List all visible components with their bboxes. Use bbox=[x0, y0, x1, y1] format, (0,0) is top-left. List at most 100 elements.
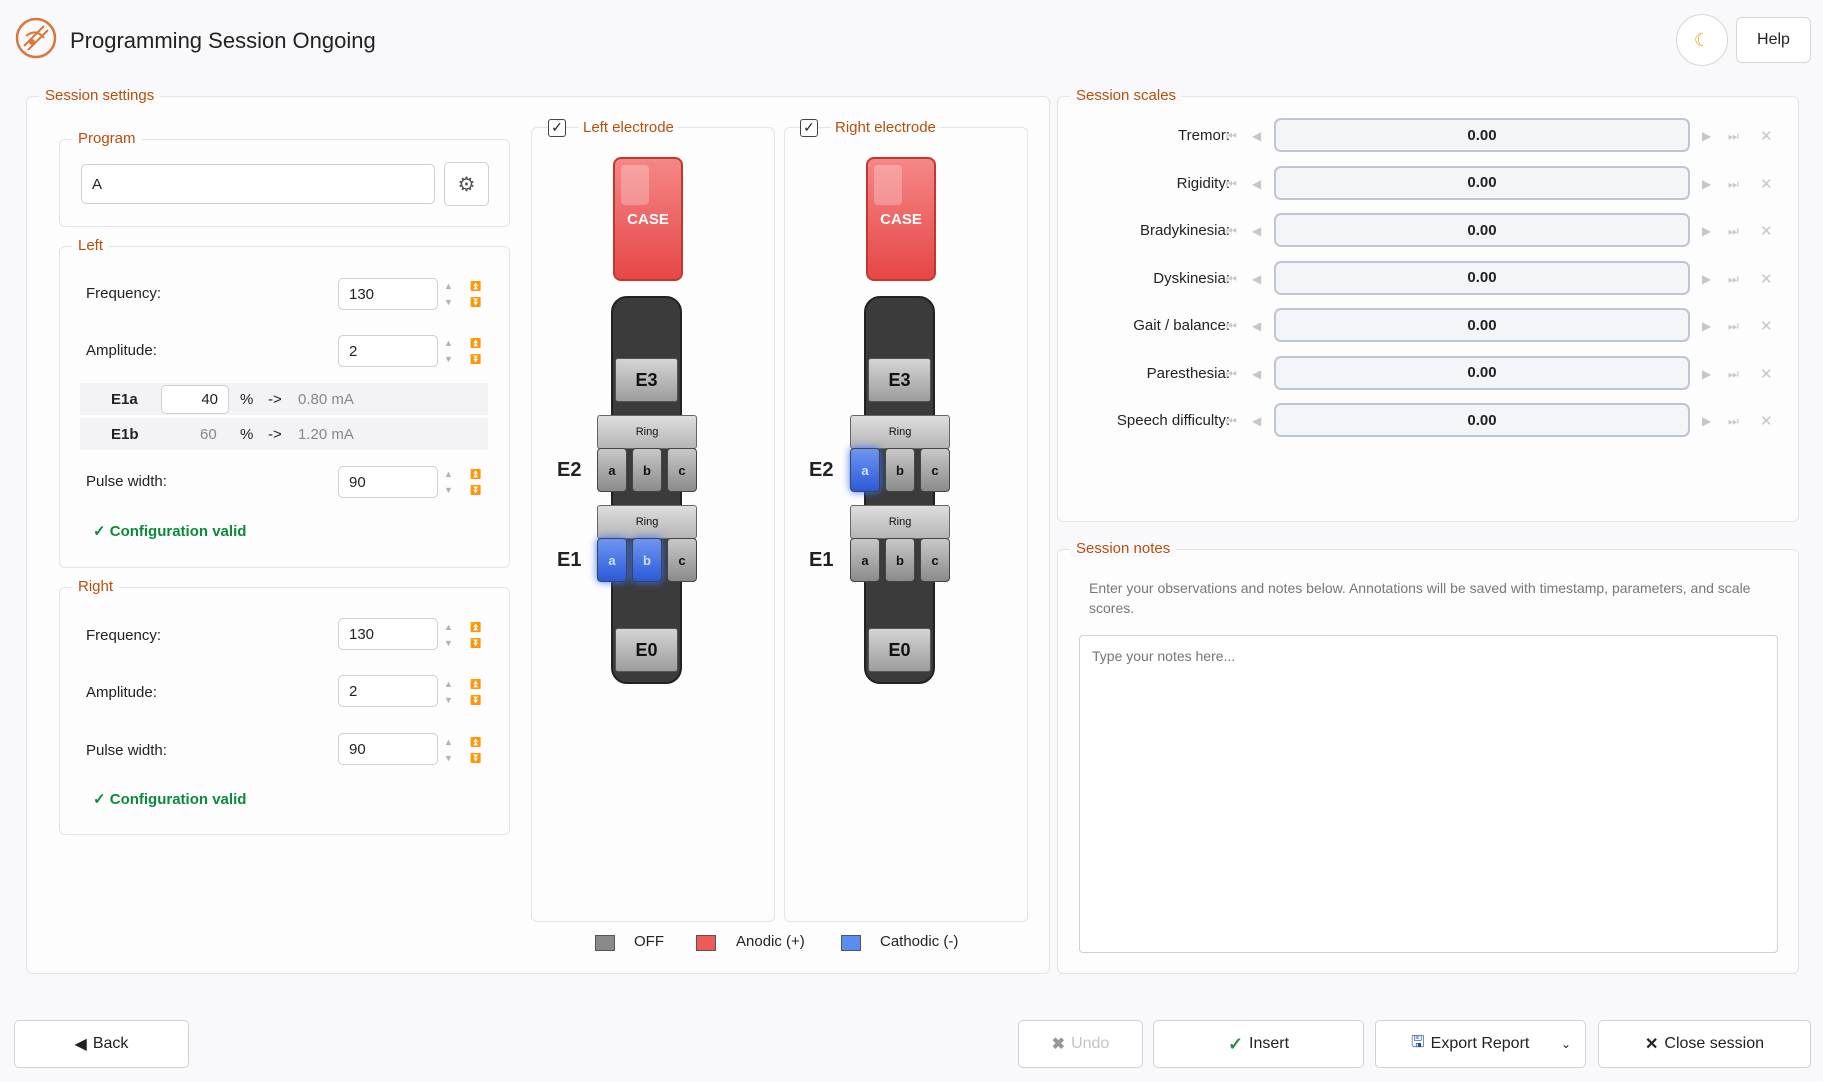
prev-icon[interactable]: ◀ bbox=[1252, 367, 1261, 381]
prev-icon[interactable]: ◀ bbox=[1252, 177, 1261, 191]
insert-button[interactable]: ✓ Insert bbox=[1153, 1020, 1364, 1068]
left-e2b-contact[interactable]: b bbox=[632, 448, 662, 492]
right-e2a-contact[interactable]: a bbox=[850, 448, 880, 492]
right-e2c-contact[interactable]: c bbox=[920, 448, 950, 492]
right-e2-ring[interactable]: Ring bbox=[850, 415, 950, 449]
scale-row: Paresthesia: ⏮ ◀ 0.00 ▶ ⏭ ✕ bbox=[1060, 355, 1790, 392]
scale-value-bar[interactable]: 0.00 bbox=[1274, 118, 1690, 152]
left-amplitude-input[interactable]: 2 bbox=[338, 335, 438, 367]
left-e1a-contact[interactable]: a bbox=[597, 538, 627, 582]
right-e0-contact[interactable]: E0 bbox=[868, 628, 931, 672]
right-frequency-input[interactable]: 130 bbox=[338, 618, 438, 650]
first-icon[interactable]: ⏮ bbox=[1226, 129, 1237, 144]
clear-x-icon[interactable]: ✕ bbox=[1760, 222, 1773, 240]
clear-x-icon[interactable]: ✕ bbox=[1760, 270, 1773, 288]
scale-label: Rigidity: bbox=[1176, 174, 1230, 192]
left-pulse-input[interactable]: 90 bbox=[338, 466, 438, 498]
right-pulse-stepper[interactable]: ▲ ▼ ⏫ ⏬ bbox=[444, 736, 484, 770]
notes-textarea[interactable] bbox=[1079, 635, 1778, 953]
first-icon[interactable]: ⏮ bbox=[1226, 367, 1237, 382]
export-report-button[interactable]: 🖫 Export Report ⌄ bbox=[1375, 1020, 1586, 1068]
right-e1a-contact[interactable]: a bbox=[850, 538, 880, 582]
left-e1c-contact[interactable]: c bbox=[667, 538, 697, 582]
right-amplitude-input[interactable]: 2 bbox=[338, 675, 438, 707]
clear-x-icon[interactable]: ✕ bbox=[1760, 127, 1773, 145]
left-e0-contact[interactable]: E0 bbox=[615, 628, 678, 672]
scale-value-bar[interactable]: 0.00 bbox=[1274, 260, 1690, 295]
right-pulse-input[interactable]: 90 bbox=[338, 733, 438, 765]
right-e2b-contact[interactable]: b bbox=[885, 448, 915, 492]
program-input[interactable]: A bbox=[81, 164, 435, 204]
clear-x-icon[interactable]: ✕ bbox=[1760, 175, 1773, 193]
next-icon[interactable]: ▶ bbox=[1702, 367, 1711, 381]
program-settings-button[interactable]: ⚙ bbox=[444, 162, 489, 206]
checkmark-icon: ✓ bbox=[1227, 1033, 1244, 1054]
scale-value-bar[interactable]: 0.00 bbox=[1274, 355, 1690, 390]
scale-label: Speech difficulty: bbox=[1116, 412, 1230, 429]
first-icon[interactable]: ⏮ bbox=[1226, 224, 1237, 239]
clear-x-icon[interactable]: ✕ bbox=[1760, 412, 1773, 430]
undo-button[interactable]: ✖ Undo bbox=[1018, 1020, 1143, 1068]
first-icon[interactable]: ⏮ bbox=[1226, 414, 1237, 429]
last-icon[interactable]: ⏭ bbox=[1728, 177, 1739, 192]
last-icon[interactable]: ⏭ bbox=[1728, 319, 1739, 334]
right-electrode-checkbox[interactable]: ✓ bbox=[800, 119, 818, 137]
prev-icon[interactable]: ◀ bbox=[1252, 129, 1261, 143]
left-electrode-checkbox[interactable]: ✓ bbox=[548, 119, 566, 137]
right-e1-ring[interactable]: Ring bbox=[850, 505, 950, 539]
scale-value-bar[interactable]: 0.00 bbox=[1274, 165, 1690, 200]
left-case-contact[interactable]: CASE bbox=[613, 157, 683, 281]
next-icon[interactable]: ▶ bbox=[1702, 224, 1711, 238]
first-icon[interactable]: ⏮ bbox=[1226, 319, 1237, 334]
legend-cathodic-label: Cathodic (-) bbox=[880, 933, 959, 950]
first-icon[interactable]: ⏮ bbox=[1226, 177, 1237, 192]
legend-off-label: OFF bbox=[634, 933, 664, 950]
chevron-down-icon[interactable]: ⌄ bbox=[1561, 1037, 1571, 1051]
left-e3-contact[interactable]: E3 bbox=[615, 358, 678, 402]
clear-x-icon[interactable]: ✕ bbox=[1760, 317, 1773, 335]
left-e2-label: E2 bbox=[557, 459, 582, 481]
right-e1c-contact[interactable]: c bbox=[920, 538, 950, 582]
last-icon[interactable]: ⏭ bbox=[1728, 224, 1739, 239]
left-frequency-input[interactable]: 130 bbox=[338, 278, 438, 310]
back-button[interactable]: ◀ Back bbox=[14, 1020, 189, 1068]
left-e2c-contact[interactable]: c bbox=[667, 448, 697, 492]
next-icon[interactable]: ▶ bbox=[1702, 177, 1711, 191]
left-frequency-stepper[interactable]: ▲ ▼ ⏫ ⏬ bbox=[444, 280, 484, 314]
session-settings-title: Session settings bbox=[39, 87, 161, 104]
last-icon[interactable]: ⏭ bbox=[1728, 129, 1739, 144]
left-e2a-contact[interactable]: a bbox=[597, 448, 627, 492]
scale-value-bar[interactable]: 0.00 bbox=[1274, 403, 1690, 437]
scale-row: Bradykinesia: ⏮ ◀ 0.00 ▶ ⏭ ✕ bbox=[1060, 213, 1790, 249]
next-icon[interactable]: ▶ bbox=[1702, 319, 1711, 333]
right-e3-contact[interactable]: E3 bbox=[868, 358, 931, 402]
help-button[interactable]: Help bbox=[1736, 17, 1811, 63]
left-e1b-contact[interactable]: b bbox=[632, 538, 662, 582]
prev-icon[interactable]: ◀ bbox=[1252, 272, 1261, 286]
right-e1b-contact[interactable]: b bbox=[885, 538, 915, 582]
prev-icon[interactable]: ◀ bbox=[1252, 224, 1261, 238]
clear-x-icon[interactable]: ✕ bbox=[1760, 365, 1773, 383]
left-amplitude-stepper[interactable]: ▲ ▼ ⏫ ⏬ bbox=[444, 337, 484, 371]
left-e2-ring[interactable]: Ring bbox=[597, 415, 697, 449]
left-pulse-stepper[interactable]: ▲ ▼ ⏫ ⏬ bbox=[444, 468, 484, 502]
contact-e1a-percent-input[interactable]: 40 bbox=[161, 385, 229, 414]
prev-icon[interactable]: ◀ bbox=[1252, 319, 1261, 333]
next-icon[interactable]: ▶ bbox=[1702, 129, 1711, 143]
next-icon[interactable]: ▶ bbox=[1702, 414, 1711, 428]
session-scales-title: Session scales bbox=[1070, 87, 1183, 104]
right-amplitude-stepper[interactable]: ▲ ▼ ⏫ ⏬ bbox=[444, 678, 484, 712]
prev-icon[interactable]: ◀ bbox=[1252, 414, 1261, 428]
last-icon[interactable]: ⏭ bbox=[1728, 272, 1739, 287]
right-frequency-stepper[interactable]: ▲ ▼ ⏫ ⏬ bbox=[444, 621, 484, 655]
first-icon[interactable]: ⏮ bbox=[1226, 272, 1237, 287]
last-icon[interactable]: ⏭ bbox=[1728, 367, 1739, 382]
scale-value-bar[interactable]: 0.00 bbox=[1274, 308, 1690, 342]
next-icon[interactable]: ▶ bbox=[1702, 272, 1711, 286]
last-icon[interactable]: ⏭ bbox=[1728, 414, 1739, 429]
right-case-contact[interactable]: CASE bbox=[866, 157, 936, 281]
scale-value-bar[interactable]: 0.00 bbox=[1274, 213, 1690, 247]
theme-toggle-button[interactable]: ☾ bbox=[1676, 14, 1728, 66]
left-e1-ring[interactable]: Ring bbox=[597, 505, 697, 539]
close-session-button[interactable]: ✕ Close session bbox=[1598, 1020, 1811, 1068]
